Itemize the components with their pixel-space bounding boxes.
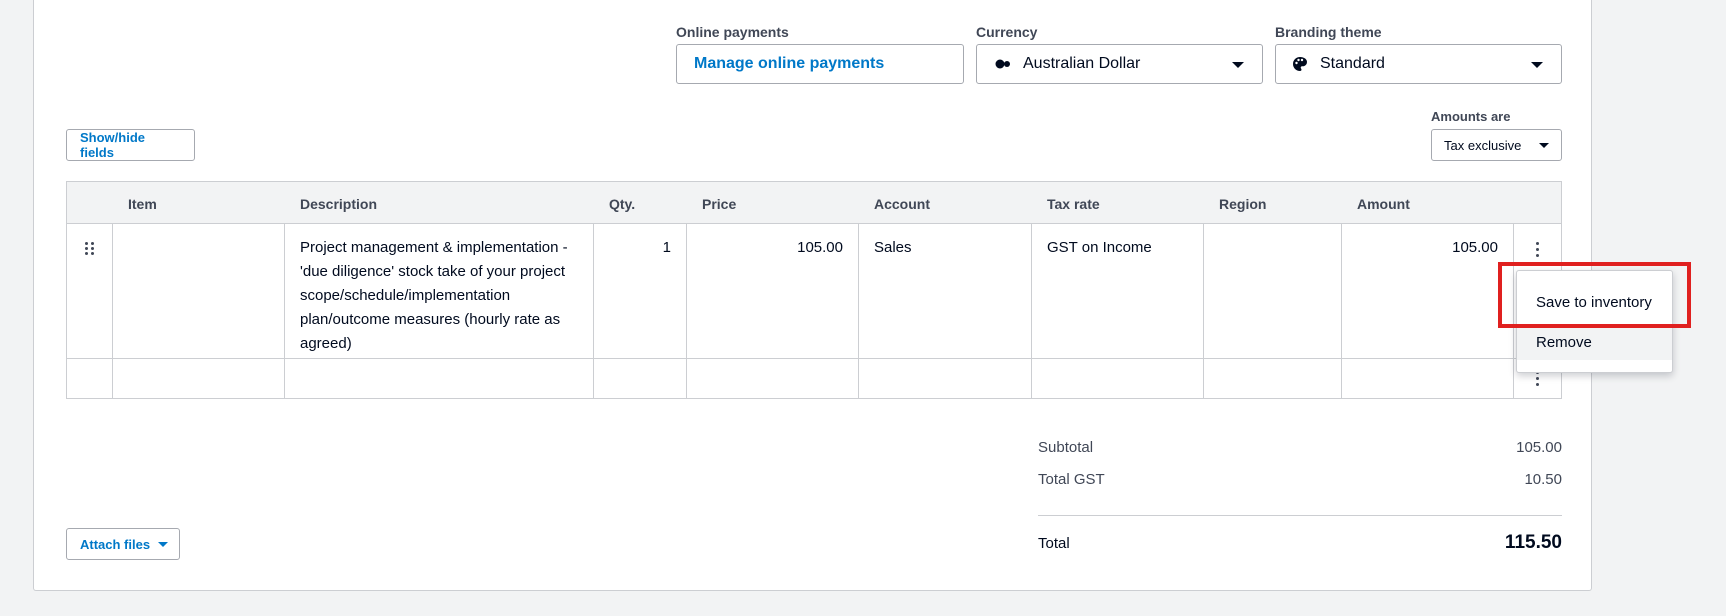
- tax-rate-cell[interactable]: [1032, 359, 1204, 398]
- qty-cell[interactable]: 1: [594, 224, 687, 358]
- manage-online-payments-text: Manage online payments: [694, 55, 885, 72]
- drag-handle[interactable]: [67, 224, 113, 358]
- row-options-menu: Save to inventory Remove: [1516, 270, 1673, 373]
- amount-cell[interactable]: 105.00: [1342, 224, 1514, 358]
- manage-online-payments-button[interactable]: Manage online payments: [676, 44, 964, 84]
- total-value: 115.50: [1504, 532, 1562, 553]
- amounts-are-label: Amounts are: [1431, 109, 1511, 124]
- description-cell[interactable]: Project management & implementation - 'd…: [285, 224, 594, 358]
- header-account: Account: [874, 196, 930, 212]
- chevron-down-icon: [1539, 143, 1549, 148]
- drag-handle[interactable]: [67, 359, 113, 398]
- header-tax-rate: Tax rate: [1047, 196, 1100, 212]
- online-payments-label: Online payments: [676, 24, 789, 40]
- amount-cell[interactable]: [1342, 359, 1514, 398]
- header-drag: [67, 182, 113, 223]
- header-item: Item: [128, 196, 157, 212]
- header-amount: Amount: [1357, 196, 1410, 212]
- amounts-are-value: Tax exclusive: [1444, 137, 1522, 153]
- region-cell[interactable]: [1204, 224, 1342, 358]
- header-description: Description: [300, 196, 378, 212]
- description-cell[interactable]: [285, 359, 594, 398]
- table-row: Project management & implementation - 'd…: [67, 224, 1561, 359]
- subtotal-value: 105.00: [1516, 439, 1562, 456]
- palette-icon: [1292, 56, 1308, 72]
- header-region: Region: [1219, 196, 1267, 212]
- line-items-table: Item Description Qty. Price Account Tax …: [66, 181, 1562, 399]
- chevron-down-icon: [158, 541, 169, 547]
- item-cell[interactable]: [113, 224, 285, 358]
- total-label: Total: [1038, 535, 1070, 552]
- header-qty: Qty.: [609, 196, 636, 212]
- header-actions: [1514, 182, 1561, 223]
- chevron-down-icon: [1531, 62, 1543, 68]
- subtotal-label: Subtotal: [1038, 439, 1094, 456]
- show-hide-fields-button[interactable]: Show/hide fields: [66, 129, 195, 161]
- chevron-down-icon: [1232, 62, 1244, 68]
- price-cell[interactable]: [687, 359, 859, 398]
- drag-handle-icon: [82, 236, 97, 255]
- branding-theme-select[interactable]: Standard: [1275, 44, 1562, 84]
- item-cell[interactable]: [113, 359, 285, 398]
- total-gst-label: Total GST: [1038, 471, 1105, 488]
- price-cell[interactable]: 105.00: [687, 224, 859, 358]
- attach-files-label: Attach files: [80, 536, 151, 552]
- total-gst-value: 10.50: [1524, 471, 1562, 488]
- qty-cell[interactable]: [594, 359, 687, 398]
- account-cell[interactable]: Sales: [859, 224, 1032, 358]
- region-cell[interactable]: [1204, 359, 1342, 398]
- currency-label: Currency: [976, 24, 1038, 40]
- table-row: [67, 359, 1561, 398]
- account-cell[interactable]: [859, 359, 1032, 398]
- amounts-are-select[interactable]: Tax exclusive: [1431, 129, 1562, 161]
- kebab-menu-icon: [1529, 236, 1546, 257]
- branding-theme-value: Standard: [1320, 55, 1385, 72]
- table-header-row: Item Description Qty. Price Account Tax …: [67, 182, 1561, 224]
- branding-theme-label: Branding theme: [1275, 24, 1382, 40]
- kebab-menu-icon: [1529, 371, 1546, 386]
- tax-rate-cell[interactable]: GST on Income: [1032, 224, 1204, 358]
- currency-dots-icon: [995, 59, 1011, 69]
- attach-files-button[interactable]: Attach files: [66, 528, 180, 560]
- remove-menu-item[interactable]: Remove: [1517, 324, 1672, 360]
- save-to-inventory-menu-item[interactable]: Save to inventory: [1517, 284, 1672, 320]
- currency-value: Australian Dollar: [1023, 55, 1141, 72]
- header-price: Price: [702, 196, 737, 212]
- totals-divider: [1038, 515, 1562, 516]
- currency-select[interactable]: Australian Dollar: [976, 44, 1263, 84]
